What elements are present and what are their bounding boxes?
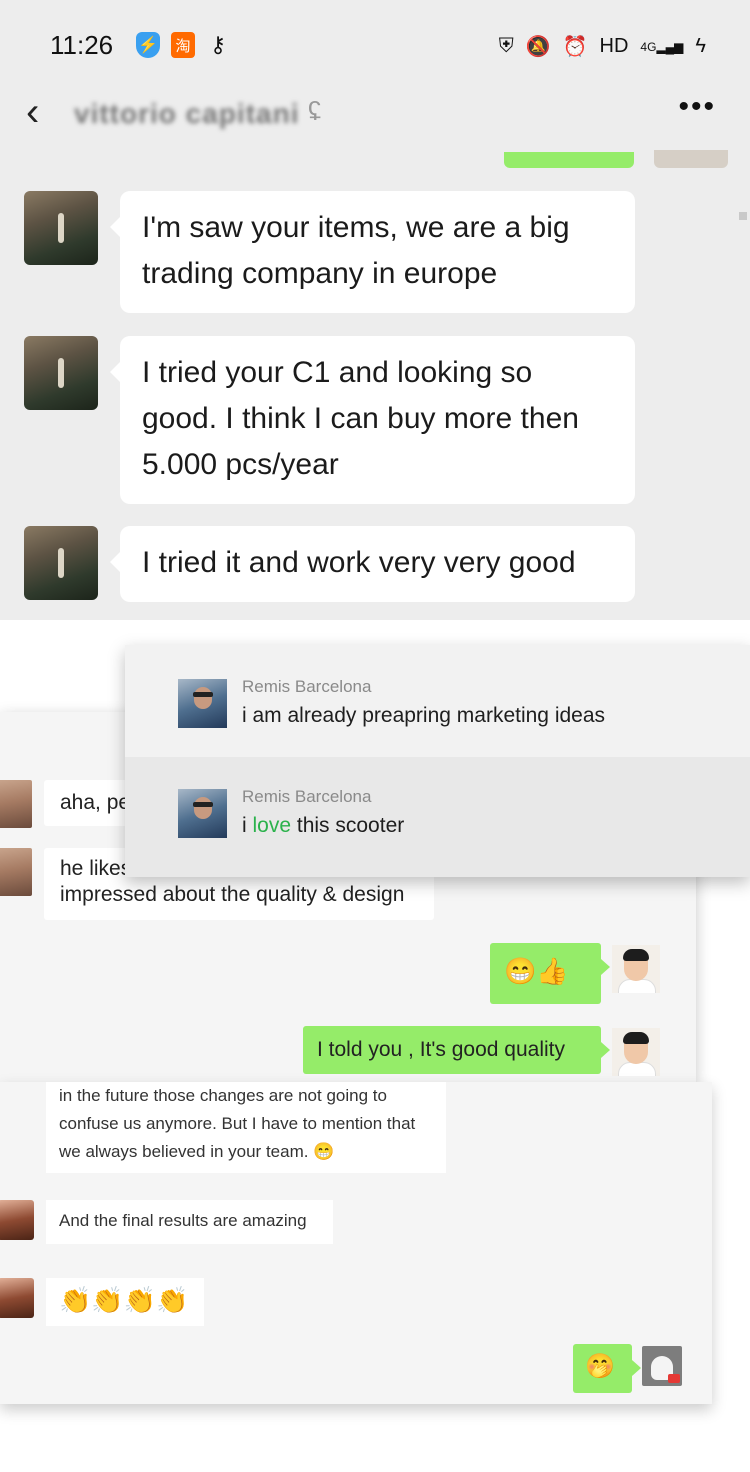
text-part: this scooter (291, 814, 405, 837)
shield-icon: ⚡ (136, 32, 160, 58)
back-button[interactable]: ‹ (26, 92, 39, 132)
earpiece-mode-icon: ʢ (308, 96, 321, 126)
popup-message-text: i love this scooter (242, 814, 404, 838)
alarm-icon: ⏰ (562, 36, 588, 58)
sender-avatar (178, 679, 227, 728)
avatar-face (194, 797, 212, 819)
message-line: impressed about the quality & design (60, 883, 405, 906)
charging-icon: ϟ (695, 35, 706, 57)
message-bubble[interactable]: I tried it and work very very good (110, 526, 635, 602)
sender-avatar (178, 789, 227, 838)
message-bubble[interactable]: I tried your C1 and looking so good. I t… (110, 336, 635, 504)
contact-avatar[interactable] (0, 848, 32, 896)
status-time: 11:26 (50, 30, 114, 60)
contact-avatar[interactable] (0, 780, 32, 828)
taobao-icon: 淘 (171, 32, 195, 58)
avatar-face (194, 687, 212, 709)
avatar-hair (623, 1032, 649, 1044)
status-bar: 11:26 ⚡ 淘 ⚷ ⛨ 🔕 ⏰ HD 4G▂▄▆ ϟ (0, 0, 750, 90)
message-popup: Remis Barcelona i am already preapring m… (125, 645, 750, 877)
vpn-icon: ⛨ (498, 35, 514, 57)
hd-icon: HD (599, 35, 629, 57)
avatar-body (618, 979, 656, 993)
chat-header: ‹ vittorio capitani ʢ ••• (0, 90, 750, 156)
desktop-chat-window-lower: in the future those changes are not goin… (0, 1082, 712, 1404)
message-line: in the future those changes are not goin… (59, 1086, 387, 1105)
sender-name: Remis Barcelona (242, 677, 372, 696)
avatar-body (618, 1062, 656, 1076)
popup-message-item[interactable]: Remis Barcelona i am already preapring m… (125, 645, 750, 757)
message-bubble[interactable]: I'm saw your items, we are a big trading… (110, 191, 635, 313)
key-icon: ⚷ (209, 32, 227, 57)
more-options-button[interactable]: ••• (678, 90, 716, 124)
contact-avatar[interactable] (24, 191, 98, 265)
previous-sent-bubble (504, 152, 634, 168)
contact-avatar[interactable] (24, 526, 98, 600)
scroll-indicator (739, 212, 747, 220)
contact-name: vittorio capitani (74, 98, 300, 129)
my-avatar[interactable] (612, 945, 660, 993)
my-avatar[interactable] (642, 1346, 682, 1386)
avatar-hair (623, 949, 649, 961)
avatar-glasses (193, 802, 213, 807)
avatar-glasses (193, 692, 213, 697)
sent-message-bubble[interactable]: I told you , It's good quality (303, 1026, 610, 1074)
sent-emoji-bubble[interactable]: 🤭 (573, 1344, 641, 1393)
message-line: confuse us anymore. But I have to mentio… (59, 1114, 416, 1133)
status-right-icons: ⛨ 🔕 ⏰ HD 4G▂▄▆ ϟ (499, 34, 706, 59)
highlighted-word: love (252, 814, 292, 837)
contact-avatar[interactable] (24, 336, 98, 410)
contact-avatar[interactable] (0, 1200, 34, 1240)
clapping-emoji-bubble[interactable]: 👏👏👏👏 (46, 1278, 204, 1326)
sent-emoji-bubble[interactable]: 😁👍 (490, 943, 610, 1004)
avatar-badge (668, 1374, 680, 1383)
contact-avatar[interactable] (0, 1278, 34, 1318)
sender-name: Remis Barcelona (242, 787, 372, 806)
mute-bell-icon: 🔕 (525, 36, 551, 58)
grin-emoji: 😁 (313, 1142, 335, 1161)
message-bubble[interactable]: And the final results are amazing (46, 1200, 333, 1244)
message-text: we always believed in your team. (59, 1142, 309, 1161)
message-line: we always believed in your team. 😁 (59, 1138, 433, 1166)
previous-avatar (654, 150, 728, 168)
popup-message-item[interactable]: Remis Barcelona i love this scooter (125, 757, 750, 877)
message-bubble[interactable]: in the future those changes are not goin… (46, 1082, 446, 1173)
popup-message-text: i am already preapring marketing ideas (242, 704, 606, 727)
signal-4g-icon: 4G▂▄▆ (640, 39, 684, 54)
network-label: 4G (640, 39, 657, 54)
mobile-chat-screen: 11:26 ⚡ 淘 ⚷ ⛨ 🔕 ⏰ HD 4G▂▄▆ ϟ ‹ vittorio … (0, 0, 750, 620)
text-part: i (242, 814, 253, 837)
my-avatar[interactable] (612, 1028, 660, 1076)
